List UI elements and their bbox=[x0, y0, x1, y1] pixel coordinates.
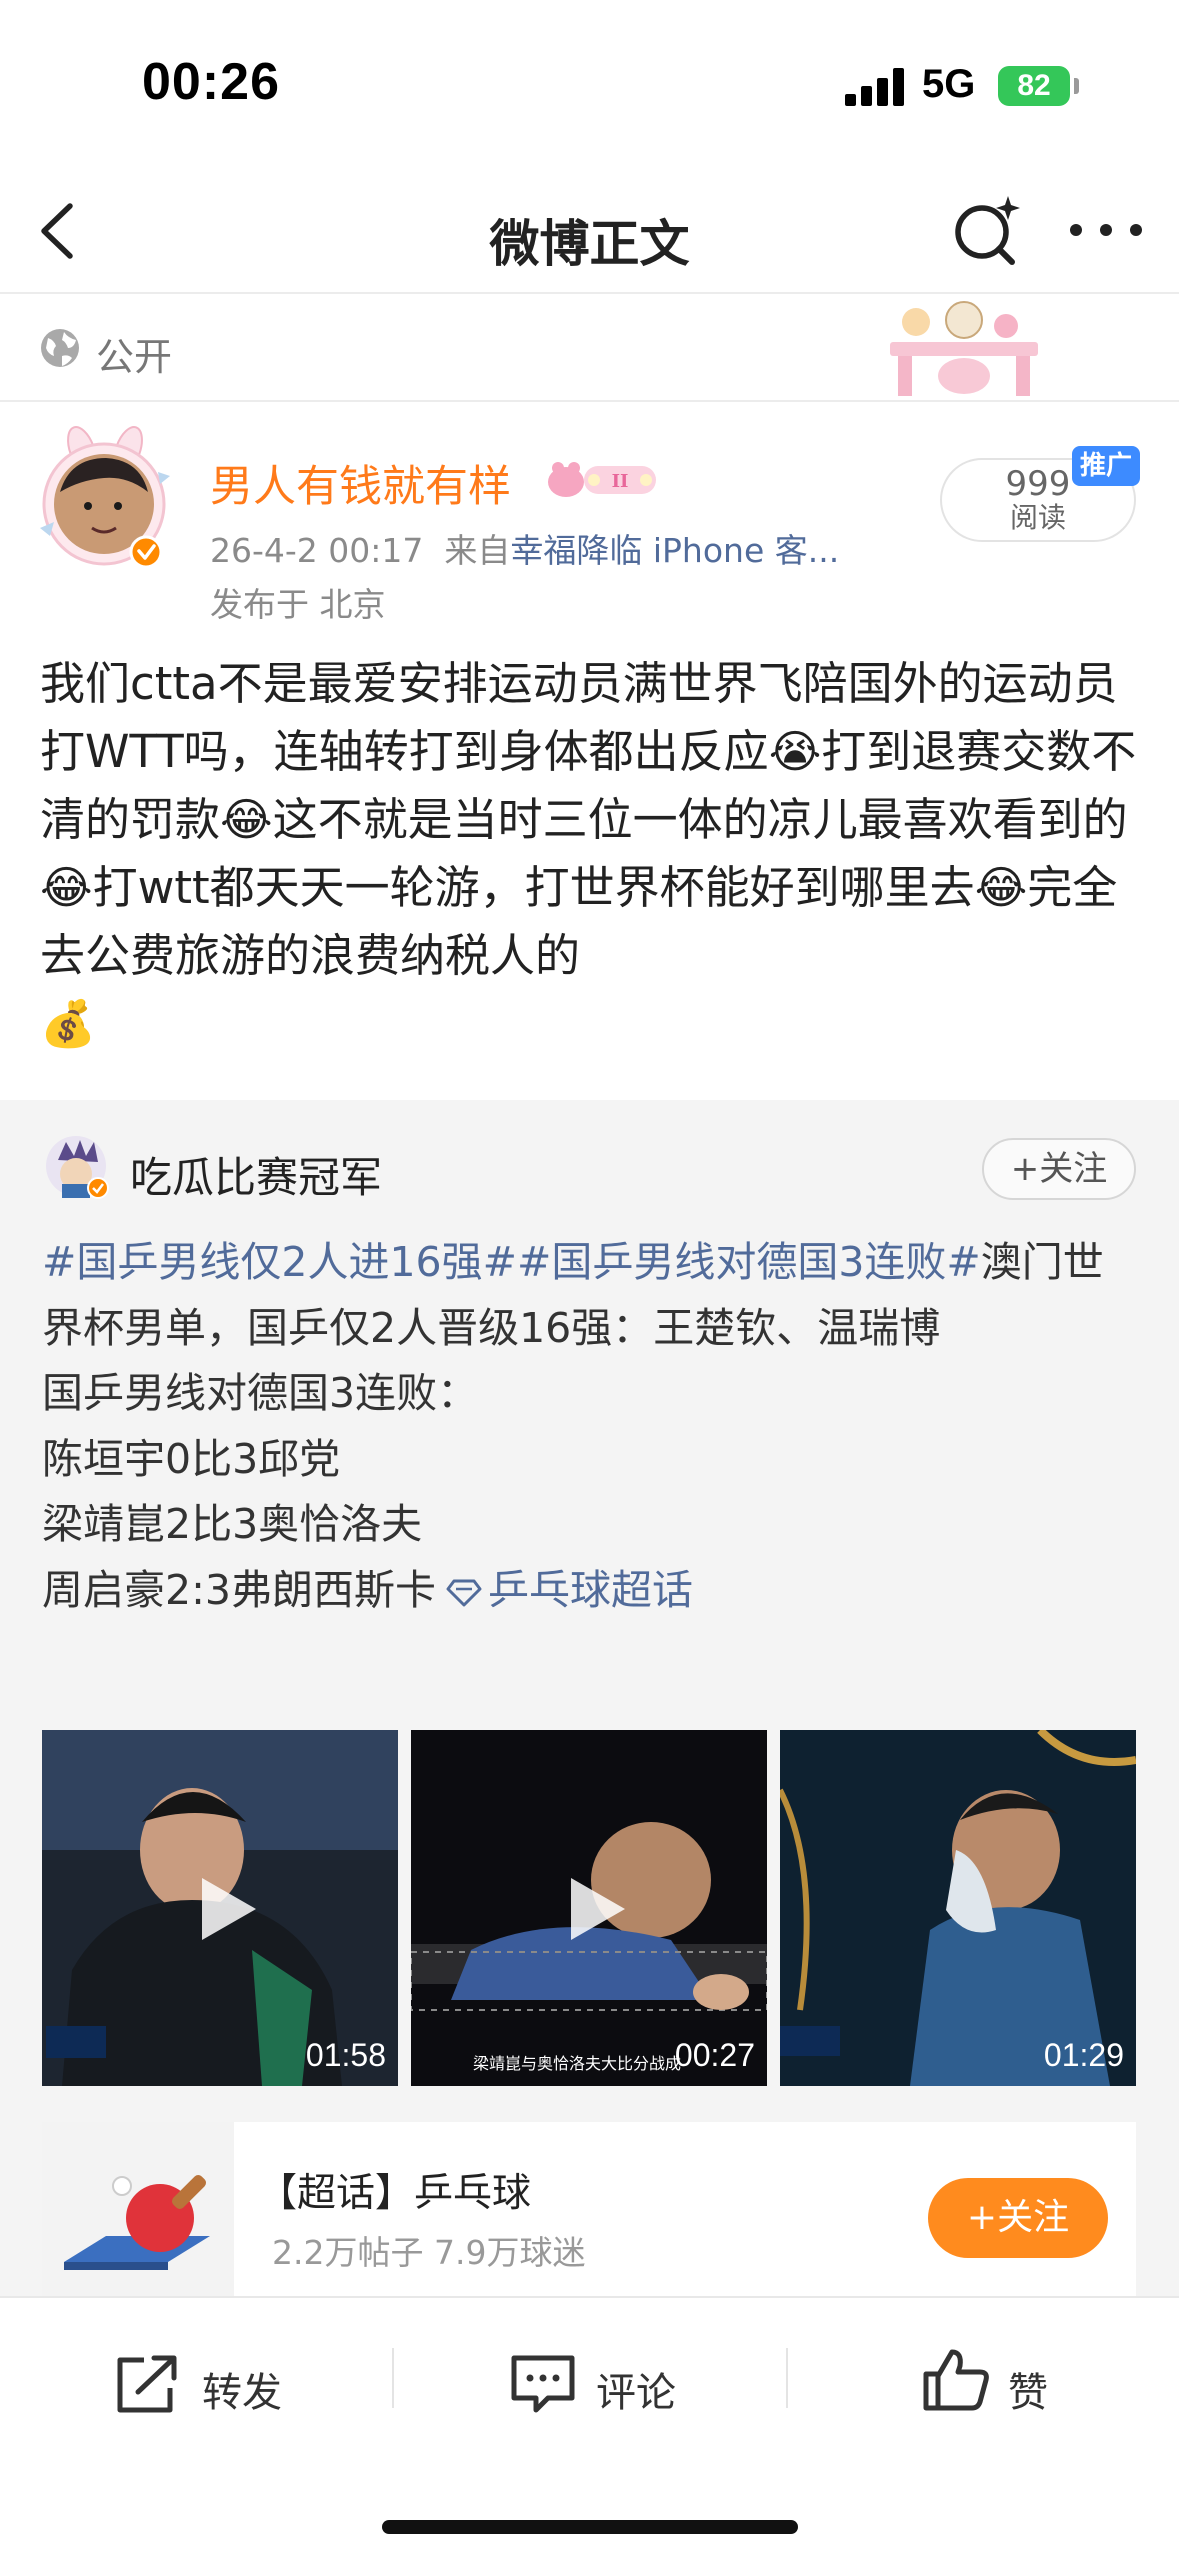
supertopic-follow-button[interactable]: +关注 bbox=[928, 2178, 1108, 2258]
video-thumbnail[interactable]: 梁靖崑与奥恰洛夫大比分战成 00:27 bbox=[411, 1730, 767, 2086]
thumbs-up-icon bbox=[923, 2349, 989, 2411]
video-duration: 01:58 bbox=[305, 2037, 386, 2073]
like-label: 赞 bbox=[1008, 2370, 1048, 2416]
topic-link[interactable]: #国乒男线仅2人进16强# bbox=[42, 1238, 517, 1286]
battery-icon: 82 bbox=[998, 66, 1070, 106]
laughing-emoji-icon: 😂 bbox=[974, 861, 1028, 914]
topic-link[interactable]: #国乒男线对德国3连败# bbox=[517, 1238, 981, 1286]
divider bbox=[786, 2348, 788, 2408]
svg-text:II: II bbox=[612, 471, 629, 492]
promo-tag: 推广 bbox=[1072, 446, 1140, 486]
supertopic-title: 【超话】乒乓球 bbox=[258, 2171, 532, 2216]
post-source-link[interactable]: 幸福降临 iPhone 客... bbox=[510, 531, 839, 570]
comment-icon bbox=[511, 2355, 575, 2413]
repost-card[interactable]: 吃瓜比赛冠军 +关注 #国乒男线仅2人进16强##国乒男线对德国3连败#澳门世界… bbox=[0, 1100, 1179, 2296]
repost-button[interactable]: 转发 bbox=[112, 2346, 312, 2426]
repost-label: 转发 bbox=[202, 2370, 282, 2416]
network-type: 5G bbox=[922, 62, 976, 106]
supertopic-link[interactable]: 乒乓球超话 bbox=[488, 1566, 693, 1614]
post-from: 来自 bbox=[444, 531, 511, 570]
search-icon[interactable] bbox=[950, 192, 1022, 268]
read-label: 阅读 bbox=[1009, 501, 1066, 534]
home-indicator bbox=[382, 2520, 798, 2534]
post-body: 我们ctta不是最爱安排运动员满世界飞陪国外的运动员打WTT吗，连轴转打到身体都… bbox=[40, 650, 1148, 1058]
like-button[interactable]: 赞 bbox=[922, 2346, 1082, 2426]
more-icon[interactable] bbox=[1064, 210, 1148, 250]
supertopic-stats: 2.2万帖子 7.9万球迷 bbox=[272, 2233, 586, 2272]
divider bbox=[392, 2348, 394, 2408]
member-badge-icon[interactable]: II bbox=[544, 458, 660, 500]
post-meta: 26-4-2 00:17 来自幸福降临 iPhone 客... bbox=[210, 524, 839, 572]
video-caption: 梁靖崑与奥恰洛夫大比分战成 bbox=[473, 2054, 682, 2073]
status-bar: 00:26 5G 82 bbox=[0, 0, 1179, 170]
visibility-label: 公开 bbox=[96, 335, 173, 379]
action-bar: 转发 评论 赞 bbox=[0, 2296, 1179, 2556]
repost-body: #国乒男线仅2人进16强##国乒男线对德国3连败#澳门世界杯男单，国乒仅2人晋级… bbox=[42, 1230, 1142, 1623]
post-location: 发布于 北京 bbox=[210, 585, 386, 624]
avatar-image bbox=[40, 426, 170, 569]
video-duration: 01:29 bbox=[1043, 2037, 1124, 2073]
ping-pong-icon bbox=[42, 2122, 234, 2296]
follow-button[interactable]: +关注 bbox=[982, 1138, 1136, 1200]
share-icon bbox=[117, 2355, 177, 2413]
laughing-emoji-icon: 😂 bbox=[40, 861, 93, 914]
post-text: 打wtt都天天一轮游，打世界杯能好到哪里去 bbox=[92, 861, 975, 914]
crying-emoji-icon: 😭 bbox=[768, 725, 822, 778]
decor-sticker-icon bbox=[890, 301, 1038, 396]
author-avatar[interactable] bbox=[34, 424, 174, 572]
visibility-row: 公开 bbox=[0, 296, 1179, 402]
signal-icon bbox=[845, 68, 907, 106]
repost-author-avatar[interactable] bbox=[44, 1134, 112, 1202]
post-text: 这不就是当时三位一体的凉儿最喜欢看到的 bbox=[272, 793, 1128, 846]
post-time: 26-4-2 00:17 bbox=[210, 531, 424, 570]
play-icon[interactable] bbox=[555, 1870, 633, 1948]
author-name[interactable]: 男人有钱就有样 bbox=[210, 452, 511, 514]
play-icon[interactable] bbox=[186, 1870, 264, 1948]
repost-text: 国乒男线对德国3连败： bbox=[42, 1369, 479, 1417]
globe-icon bbox=[41, 329, 79, 367]
video-thumbnail[interactable]: 01:58 bbox=[42, 1730, 398, 2086]
battery-cap bbox=[1074, 78, 1079, 94]
diamond-icon bbox=[446, 1579, 482, 1606]
video-duration: 00:27 bbox=[674, 2037, 755, 2073]
video-thumbnail[interactable]: 01:29 bbox=[780, 1730, 1136, 2086]
repost-author-name[interactable]: 吃瓜比赛冠军 bbox=[130, 1144, 382, 1205]
comment-label: 评论 bbox=[596, 2370, 676, 2416]
comment-button[interactable]: 评论 bbox=[508, 2346, 708, 2426]
repost-text: 周启豪2:3弗朗西斯卡 bbox=[42, 1565, 436, 1614]
video-frame-image bbox=[780, 1730, 1136, 2086]
nav-bar: 微博正文 bbox=[0, 170, 1179, 294]
video-grid: 01:58 梁靖崑与奥恰洛夫大比分战成 00:27 01:29 bbox=[42, 1730, 1136, 2086]
laughing-emoji-icon: 😂 bbox=[220, 793, 273, 846]
repost-text: 梁靖崑2比3奥恰洛夫 bbox=[42, 1500, 423, 1548]
money-bag-emoji-icon: 💰 bbox=[40, 997, 97, 1050]
status-time: 00:26 bbox=[142, 53, 280, 111]
repost-text: 陈垣宇0比3邱党 bbox=[42, 1434, 341, 1483]
supertopic-card[interactable]: 【超话】乒乓球 2.2万帖子 7.9万球迷 +关注 bbox=[42, 2122, 1136, 2296]
